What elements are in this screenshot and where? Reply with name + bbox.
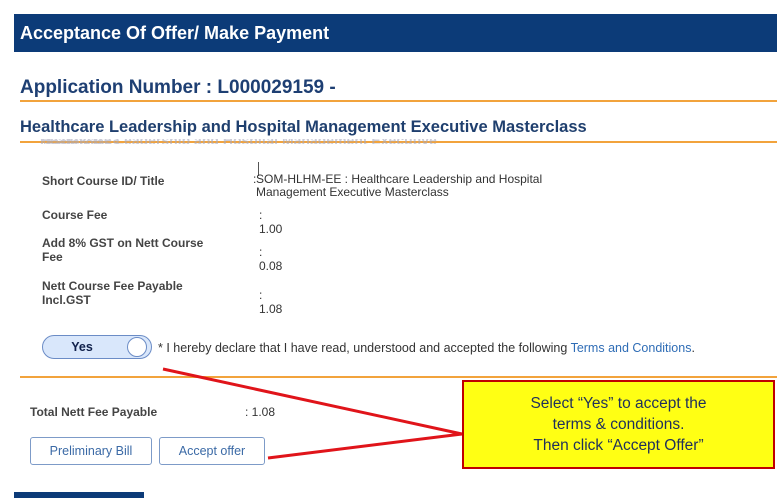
instruction-callout: Select “Yes” to accept the terms & condi… — [462, 380, 775, 469]
callout-line-3: Then click “Accept Offer” — [533, 437, 704, 454]
arrow-to-toggle — [162, 367, 463, 436]
callout-line-1: Select “Yes” to accept the — [530, 395, 707, 412]
callout-line-2: terms & conditions. — [552, 416, 685, 433]
arrow-to-accept-offer — [267, 432, 463, 460]
